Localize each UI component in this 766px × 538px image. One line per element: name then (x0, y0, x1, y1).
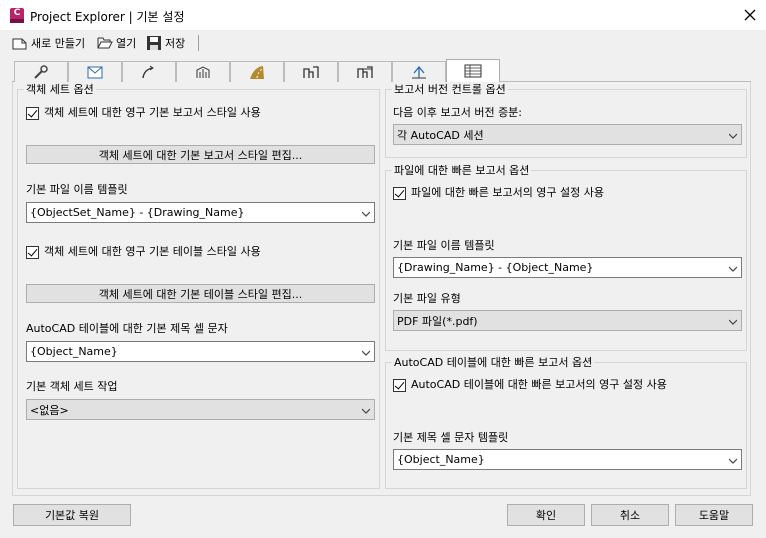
checkbox-checked-icon (393, 378, 406, 392)
network-icon (196, 66, 210, 78)
table-title-label: AutoCAD 테이블에 대한 기본 제목 셀 문자 (26, 322, 228, 335)
restore-defaults-button[interactable]: 기본값 복원 (13, 504, 131, 526)
new-button[interactable]: 새로 만들기 (12, 33, 85, 53)
new-document-icon (12, 38, 27, 50)
wrench-icon (34, 65, 48, 79)
table-quick-title-combo[interactable]: {Object_Name} (393, 449, 742, 470)
ok-button[interactable]: 확인 (507, 504, 585, 526)
table-quick-title-label: 기본 제목 셀 문자 템플릿 (393, 431, 509, 444)
tab-road[interactable] (230, 61, 284, 82)
envelope-icon (87, 66, 103, 79)
tab-section[interactable] (338, 61, 392, 82)
toolbar-separator (198, 35, 199, 51)
profile-icon (303, 66, 319, 78)
file-quick-template-combo[interactable]: {Drawing_Name} - {Object_Name} (393, 257, 742, 278)
edit-table-style-button[interactable]: 객체 세트에 대한 기본 테이블 스타일 편집... (26, 284, 375, 303)
file-type-label: 기본 파일 유형 (393, 292, 461, 305)
road-icon (250, 66, 264, 79)
tab-report-settings[interactable] (446, 59, 500, 82)
edit-report-style-button[interactable]: 객체 세트에 대한 기본 보고서 스타일 편집... (26, 145, 375, 164)
file-template-combo[interactable]: {ObjectSet_Name} - {Drawing_Name} (26, 202, 375, 223)
persist-table-style-checkbox[interactable]: 객체 세트에 대한 영구 기본 테이블 스타일 사용 (26, 245, 261, 259)
chevron-down-icon (729, 266, 737, 272)
table-title-combo[interactable]: {Object_Name} (26, 341, 375, 362)
open-button-label: 열기 (116, 37, 137, 50)
cancel-button[interactable]: 취소 (591, 504, 669, 526)
new-button-label: 새로 만들기 (31, 37, 86, 50)
chevron-down-icon (362, 211, 370, 217)
checkbox-checked-icon (26, 245, 39, 259)
civil3d-app-icon: C (10, 8, 24, 23)
tab-profile[interactable] (284, 61, 338, 82)
file-quick-template-label: 기본 파일 이름 템플릿 (393, 239, 495, 252)
save-button-label: 저장 (165, 37, 186, 50)
chevron-down-icon (362, 350, 370, 356)
file-template-label: 기본 파일 이름 템플릿 (26, 183, 128, 196)
chevron-down-icon (729, 133, 737, 139)
chevron-down-icon (729, 458, 737, 464)
tab-envelope[interactable] (68, 61, 122, 82)
tab-alignment[interactable] (122, 61, 176, 82)
chevron-down-icon (362, 408, 370, 414)
open-button[interactable]: 열기 (97, 33, 136, 53)
persist-report-style-checkbox[interactable]: 객체 세트에 대한 영구 기본 보고서 스타일 사용 (26, 106, 261, 120)
file-quick-persist-checkbox[interactable]: 파일에 대한 빠른 보고서의 영구 설정 사용 (393, 186, 604, 200)
version-increment-label: 다음 이후 보고서 버전 증분: (393, 106, 523, 119)
folder-open-icon (97, 37, 113, 49)
checkbox-checked-icon (393, 186, 406, 200)
version-control-title: 보고서 버전 컨트롤 옵션 (392, 83, 508, 96)
floppy-disk-icon (147, 36, 161, 50)
save-button[interactable]: 저장 (146, 33, 185, 53)
survey-icon (412, 65, 426, 79)
default-task-label: 기본 객체 세트 작업 (26, 380, 118, 393)
table-quick-report-title: AutoCAD 테이블에 대한 빠른 보고서 옵션 (392, 356, 595, 369)
default-task-combo[interactable]: <없음> (26, 399, 375, 420)
table-quick-persist-checkbox[interactable]: AutoCAD 테이블에 대한 빠른 보고서의 영구 설정 사용 (393, 378, 667, 392)
alignment-icon (142, 65, 154, 79)
section-icon (357, 66, 373, 78)
objset-options-title: 객체 세트 옵션 (24, 83, 96, 96)
window-title: Project Explorer | 기본 설정 (30, 10, 185, 24)
close-icon (744, 9, 756, 21)
tab-network[interactable] (176, 61, 230, 82)
checkbox-checked-icon (26, 106, 39, 120)
chevron-down-icon (729, 319, 737, 325)
file-type-combo[interactable]: PDF 파일(*.pdf) (393, 310, 742, 331)
report-table-icon (464, 64, 482, 78)
tab-survey[interactable] (392, 61, 446, 82)
close-button[interactable] (736, 2, 764, 28)
help-button[interactable]: 도움말 (675, 504, 753, 526)
version-increment-combo[interactable]: 각 AutoCAD 세션 (393, 124, 742, 145)
tab-wrench[interactable] (14, 61, 68, 82)
file-quick-report-title: 파일에 대한 빠른 보고서 옵션 (392, 164, 532, 177)
